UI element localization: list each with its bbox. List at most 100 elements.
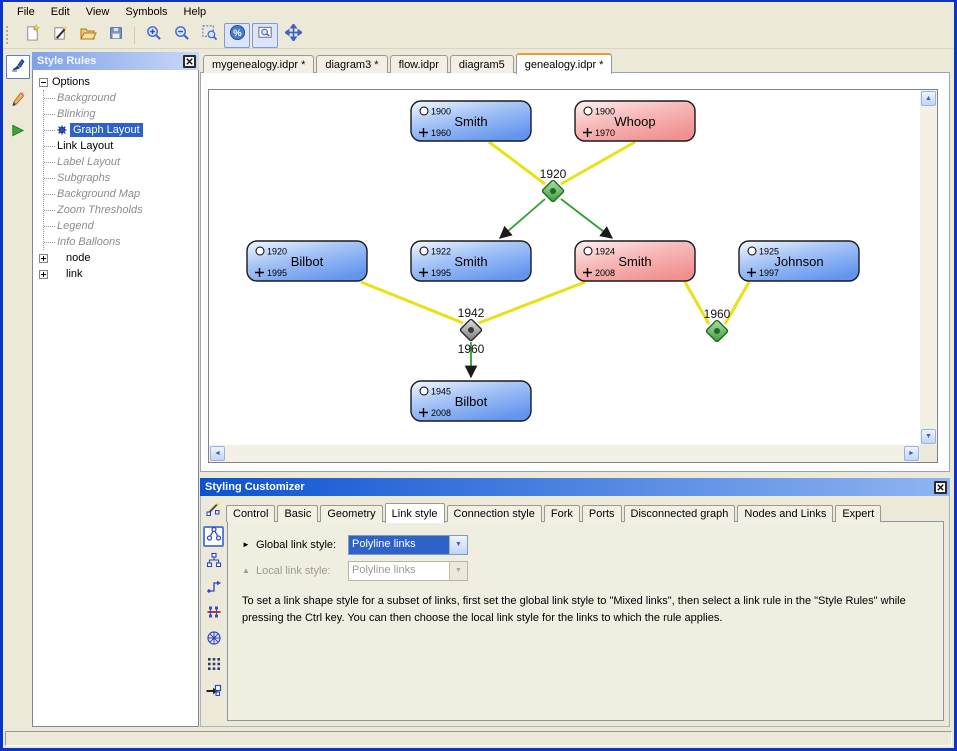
tree-item-background[interactable]: Background <box>44 90 198 106</box>
application-window: FileEditViewSymbolsHelp % Style Rules Op… <box>0 0 957 751</box>
customizer-tab-geometry[interactable]: Geometry <box>320 505 382 522</box>
child-link[interactable] <box>500 199 545 238</box>
customizer-tab-fork[interactable]: Fork <box>544 505 580 522</box>
grid-layout-button[interactable] <box>203 656 224 677</box>
circular-layout-button[interactable] <box>203 630 224 651</box>
document-tab-diagram3[interactable]: diagram3 * <box>316 55 387 73</box>
open-button[interactable] <box>75 23 101 48</box>
tree-expander-icon[interactable] <box>39 78 48 87</box>
tree-layout-icon <box>206 552 222 573</box>
scroll-down-icon[interactable]: ▼ <box>921 429 936 444</box>
styling-customizer-titlebar[interactable]: Styling Customizer <box>200 478 950 496</box>
menu-edit[interactable]: Edit <box>43 3 78 21</box>
overview-button[interactable] <box>252 23 278 48</box>
customizer-tab-expert[interactable]: Expert <box>835 505 881 522</box>
tree-item-link[interactable]: link <box>39 266 198 282</box>
person-node-johnson-1925[interactable]: 1925Johnson1997 <box>739 241 859 281</box>
born-icon <box>420 387 428 395</box>
style-rules-titlebar[interactable]: Style Rules <box>32 52 199 70</box>
person-node-smith-1900[interactable]: 1900Smith1960 <box>411 101 531 141</box>
tree-item-options[interactable]: Options <box>39 74 198 90</box>
toolbar-grip-handle[interactable] <box>6 26 13 44</box>
marriage-link[interactable] <box>361 282 463 323</box>
menu-file[interactable]: File <box>9 3 43 21</box>
tree-item-legend[interactable]: Legend <box>44 218 198 234</box>
scroll-right-icon[interactable]: ► <box>904 446 919 461</box>
toolbar-separator <box>134 27 135 44</box>
document-tab-genealogy-idpr[interactable]: genealogy.idpr * <box>516 53 613 74</box>
graph-layout-button[interactable] <box>203 526 224 547</box>
tree-item-link-layout[interactable]: Link Layout <box>44 138 198 154</box>
menu-help[interactable]: Help <box>176 3 215 21</box>
close-icon[interactable] <box>934 481 947 494</box>
menu-view[interactable]: View <box>78 3 118 21</box>
tree-item-blinking[interactable]: Blinking <box>44 106 198 122</box>
customizer-tab-nodes-and-links[interactable]: Nodes and Links <box>737 505 833 522</box>
customizer-tab-control[interactable]: Control <box>226 505 275 522</box>
tree-item-subgraphs[interactable]: Subgraphs <box>44 170 198 186</box>
run-button[interactable] <box>6 121 30 145</box>
person-node-bilbot-1945[interactable]: 1945Bilbot2008 <box>411 381 531 421</box>
tree-item-info-balloons[interactable]: Info Balloons <box>44 234 198 250</box>
tree-item-background-map[interactable]: Background Map <box>44 186 198 202</box>
genealogy-diagram-canvas[interactable]: 19201942196019601900Smith19601900Whoop19… <box>209 90 920 445</box>
pan-button[interactable] <box>280 23 306 48</box>
child-link[interactable] <box>561 199 612 238</box>
menu-bar: FileEditViewSymbolsHelp <box>3 2 954 22</box>
chevron-down-icon[interactable]: ▼ <box>449 536 467 554</box>
marriage-link[interactable] <box>561 142 635 184</box>
document-tab-flow-idpr[interactable]: flow.idpr <box>390 55 448 73</box>
tree-expander-icon[interactable] <box>39 270 48 279</box>
customizer-tab-basic[interactable]: Basic <box>277 505 318 522</box>
tree-item-label-layout[interactable]: Label Layout <box>44 154 198 170</box>
diagram-vertical-scrollbar[interactable]: ▲ ▼ <box>920 90 937 445</box>
person-node-smith-1924[interactable]: 1924Smith2008 <box>575 241 695 281</box>
document-tab-mygenealogy-idpr[interactable]: mygenealogy.idpr * <box>203 55 314 73</box>
save-button[interactable] <box>103 23 129 48</box>
died-year: 1960 <box>431 128 451 138</box>
scroll-left-icon[interactable]: ◄ <box>210 446 225 461</box>
expand-marker-icon[interactable]: ► <box>242 540 256 549</box>
grid-layout-icon <box>206 656 222 677</box>
customizer-tab-connection-style[interactable]: Connection style <box>447 505 542 522</box>
incremental-layout-button[interactable] <box>203 682 224 703</box>
zoom-in-button[interactable] <box>140 23 166 48</box>
style-wizard-button[interactable] <box>47 23 73 48</box>
menu-symbols[interactable]: Symbols <box>117 3 175 21</box>
marriage-link[interactable] <box>489 142 545 184</box>
person-node-bilbot-1920[interactable]: 1920Bilbot1995 <box>247 241 367 281</box>
tree-item-graph-layout[interactable]: Graph Layout <box>44 122 198 138</box>
bus-layout-button[interactable] <box>203 604 224 625</box>
zoom-percent-button[interactable]: % <box>224 23 250 48</box>
tree-layout-button[interactable] <box>203 552 224 573</box>
tree-item-label: Background Map <box>57 188 140 200</box>
customizer-tab-ports[interactable]: Ports <box>582 505 622 522</box>
person-node-smith-1922[interactable]: 1922Smith1995 <box>411 241 531 281</box>
customizer-tab-disconnected-graph[interactable]: Disconnected graph <box>624 505 736 522</box>
scroll-up-icon[interactable]: ▲ <box>921 91 936 106</box>
global-link-style-combobox[interactable]: Polyline links▼ <box>348 535 468 555</box>
close-icon[interactable] <box>183 55 196 68</box>
tree-item-label: Label Layout <box>57 156 120 168</box>
tree-item-zoom-thresholds[interactable]: Zoom Thresholds <box>44 202 198 218</box>
new-document-button[interactable] <box>19 23 45 48</box>
link-routing-button[interactable] <box>203 578 224 599</box>
layout-wizard-button[interactable] <box>203 500 224 521</box>
person-node-whoop-1900[interactable]: 1900Whoop1970 <box>575 101 695 141</box>
customizer-tab-link-style[interactable]: Link style <box>385 503 445 523</box>
tree-item-node[interactable]: node <box>39 250 198 266</box>
open-icon <box>79 24 97 47</box>
scrollbar-corner <box>920 445 937 462</box>
person-name: Smith <box>618 254 651 269</box>
diagram-viewport: 19201942196019601900Smith19601900Whoop19… <box>208 89 938 463</box>
document-tab-diagram5[interactable]: diagram5 <box>450 55 514 73</box>
marriage-link[interactable] <box>479 282 585 323</box>
tree-expander-icon[interactable] <box>39 254 48 263</box>
zoom-out-button[interactable] <box>168 23 194 48</box>
edit-pencil-button[interactable] <box>6 88 30 112</box>
zoom-selection-button[interactable] <box>196 23 222 48</box>
collapse-marker-icon[interactable]: ▲ <box>242 566 256 575</box>
diagram-horizontal-scrollbar[interactable]: ◄ ► <box>209 445 920 462</box>
link-date-label: 1920 <box>540 167 567 181</box>
style-brush-button[interactable] <box>6 55 30 79</box>
